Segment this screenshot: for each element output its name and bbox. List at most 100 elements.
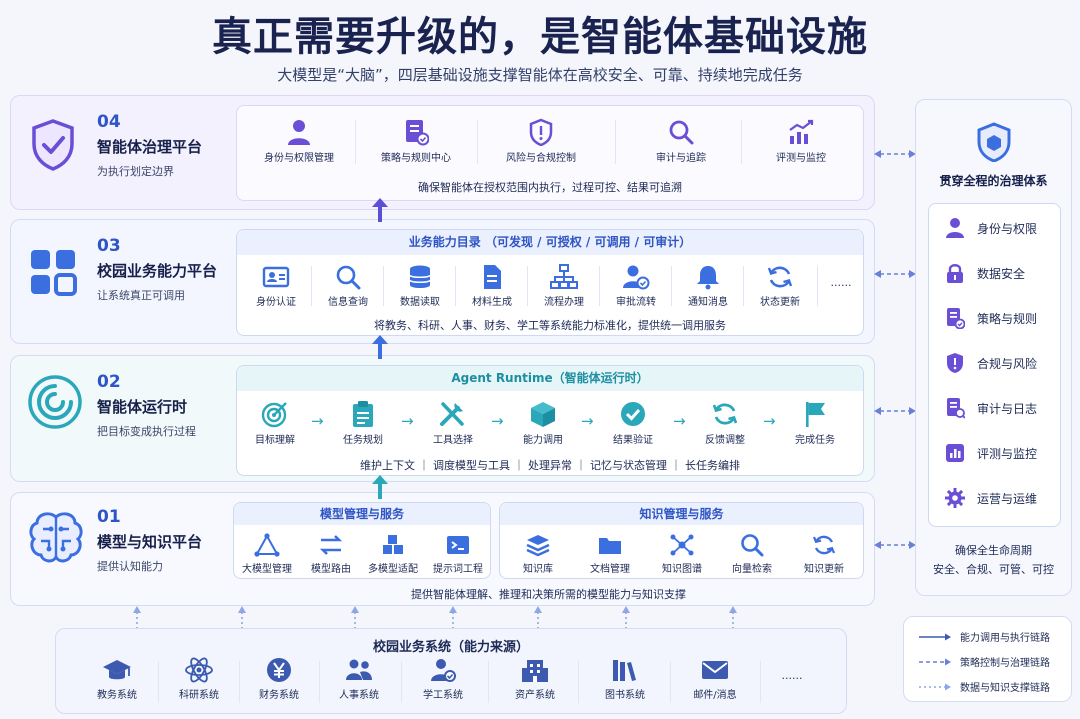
runtime-header: Agent Runtime（智能体运行时） (237, 366, 863, 391)
cubes-icon (383, 535, 403, 554)
gov-policy-rules[interactable]: 策略与规则 (945, 300, 1037, 336)
item-llm-management[interactable]: 大模型管理 (236, 533, 298, 575)
building-icon (522, 660, 548, 682)
document-check-icon (947, 308, 965, 329)
user-icon (288, 120, 310, 145)
item-audit-trace[interactable]: 审计与追踪 (625, 118, 737, 164)
system-academic[interactable]: 教务系统 (78, 657, 156, 701)
item-knowledge-graph[interactable]: 知识图谱 (648, 533, 716, 575)
refresh-icon (712, 403, 738, 425)
gov-eval-monitor[interactable]: 评测与监控 (945, 435, 1037, 471)
gov-data-security[interactable]: 数据安全 (945, 255, 1025, 291)
system-library[interactable]: 图书系统 (586, 657, 664, 701)
layer-agent-runtime: 02 智能体运行时 把目标变成执行过程 Agent Runtime（智能体运行时… (10, 355, 875, 482)
user-icon (946, 218, 964, 238)
governance-footer-2: 安全、合规、可管、可控 (933, 563, 1054, 576)
arrow-right-icon: → (311, 412, 324, 430)
item-doc-gen[interactable]: 材料生成 (457, 264, 527, 308)
search-icon (669, 120, 694, 145)
step-capability-call[interactable]: 能力调用 (507, 400, 579, 446)
item-workflow[interactable]: 流程办理 (529, 264, 599, 308)
step-task-complete[interactable]: 完成任务 (779, 400, 851, 446)
arrow-right-icon: → (673, 412, 686, 430)
flowchart-icon (550, 264, 578, 289)
knowledge-service-header: 知识管理与服务 (500, 503, 863, 525)
item-notification[interactable]: 通知消息 (673, 264, 743, 308)
model-service-header: 模型管理与服务 (234, 503, 490, 525)
item-data-read[interactable]: 数据读取 (385, 264, 455, 308)
item-identity-permission[interactable]: 身份与权限管理 (243, 118, 355, 164)
item-eval-monitor[interactable]: 评测与监控 (745, 118, 857, 164)
shield-hexagon-icon (977, 122, 1011, 162)
layer-footer: 确保智能体在授权范围内执行，过程可控、结果可追溯 (418, 181, 682, 194)
layer-footer: 维护上下文 ｜ 调度模型与工具 ｜ 处理异常 ｜ 记忆与状态管理 ｜ 长任务编排 (360, 459, 740, 472)
item-policy-rules[interactable]: 策略与规则中心 (355, 118, 477, 164)
atom-icon (185, 657, 213, 683)
governance-items-panel: 身份与权限 数据安全 策略与规则 合规与风险 审计与日志 评测与监控 运营与运维 (928, 203, 1061, 527)
item-knowledge-update[interactable]: 知识更新 (790, 533, 858, 575)
check-circle-icon (621, 402, 645, 426)
system-assets[interactable]: 资产系统 (496, 657, 574, 701)
swap-arrows-icon (319, 535, 343, 555)
governance-panel: 身份与权限管理 策略与规则中心 风险与合规控制 审计与追踪 评测与监控 确保智能… (236, 105, 864, 201)
item-document-management[interactable]: 文档管理 (576, 533, 644, 575)
system-mail-message[interactable]: 邮件/消息 (676, 657, 754, 701)
layer-name: 模型与知识平台 (97, 533, 203, 551)
layer-number: 03 (97, 236, 121, 256)
graduation-cap-icon (103, 660, 131, 680)
layer-footer: 将教务、科研、人事、财务、学工等系统能力标准化，提供统一调用服务 (374, 319, 726, 332)
step-tool-selection[interactable]: 工具选择 (417, 400, 489, 446)
legend-call-chain: 能力调用与执行链路 (918, 629, 1050, 644)
item-auth[interactable]: 身份认证 (241, 264, 311, 308)
governance-footer-1: 确保全生命周期 (955, 544, 1032, 557)
item-approval[interactable]: 审批流转 (601, 264, 671, 308)
governance-title: 贯穿全程的治理体系 (939, 174, 1048, 188)
system-research[interactable]: 科研系统 (160, 657, 238, 701)
mail-icon (702, 661, 728, 679)
step-task-planning[interactable]: 任务规划 (327, 400, 399, 446)
gov-compliance-risk[interactable]: 合规与风险 (945, 345, 1037, 381)
gov-identity-permission[interactable]: 身份与权限 (945, 210, 1037, 246)
refresh-icon (812, 535, 836, 555)
runtime-cycle-icon (28, 375, 82, 429)
runtime-panel: Agent Runtime（智能体运行时） 目标理解 任务规划 工具选择 能力调… (236, 365, 864, 476)
database-icon (409, 265, 431, 288)
governance-system-sidebar: 贯穿全程的治理体系 身份与权限 数据安全 策略与规则 合规与风险 审计与日志 评… (915, 99, 1072, 596)
more-indicator: ...... (781, 669, 803, 682)
legend-policy-chain: 策略控制与治理链路 (918, 654, 1050, 669)
tools-icon (440, 402, 464, 426)
layer-name: 校园业务能力平台 (97, 262, 218, 280)
yen-coin-icon (267, 658, 291, 682)
item-prompt-engineering[interactable]: 提示词工程 (426, 533, 490, 575)
shield-check-icon (32, 119, 74, 171)
item-status-update[interactable]: 状态更新 (745, 264, 815, 308)
layer-name: 智能体运行时 (97, 398, 188, 416)
arrow-up-icon (372, 335, 388, 359)
graph-nodes-icon (670, 534, 694, 556)
system-hr[interactable]: 人事系统 (320, 657, 398, 701)
item-query[interactable]: 信息查询 (313, 264, 383, 308)
item-knowledge-base[interactable]: 知识库 (504, 533, 572, 575)
layer-governance-platform: 04 智能体治理平台 为执行划定边界 身份与权限管理 策略与规则中心 风险与合规… (10, 95, 875, 210)
layer-footer: 提供智能体理解、推理和决策所需的模型能力与知识支撑 (411, 588, 686, 601)
item-risk-compliance[interactable]: 风险与合规控制 (477, 118, 605, 164)
step-goal-understanding[interactable]: 目标理解 (239, 400, 311, 446)
step-result-verification[interactable]: 结果验证 (597, 400, 669, 446)
system-student-affairs[interactable]: 学工系统 (404, 657, 482, 701)
item-vector-search[interactable]: 向量检索 (718, 533, 786, 575)
layer-number: 02 (97, 372, 121, 392)
item-model-routing[interactable]: 模型路由 (300, 533, 362, 575)
grid-apps-icon (31, 250, 77, 296)
system-finance[interactable]: 财务系统 (240, 657, 318, 701)
dotted-arrow-icon (919, 683, 951, 690)
item-multi-model[interactable]: 多模型适配 (362, 533, 424, 575)
bell-icon (697, 266, 719, 290)
step-feedback-adjust[interactable]: 反馈调整 (689, 400, 761, 446)
layer-desc: 把目标变成执行过程 (97, 425, 196, 438)
document-icon (484, 265, 501, 289)
cube-icon (531, 402, 555, 427)
gov-audit-log[interactable]: 审计与日志 (945, 390, 1037, 426)
gov-ops-maintenance[interactable]: 运营与运维 (945, 480, 1037, 516)
capability-panel: 业务能力目录 （可发现 / 可授权 / 可调用 / 可审计） 身份认证 信息查询… (236, 229, 864, 336)
id-card-icon (262, 266, 290, 288)
